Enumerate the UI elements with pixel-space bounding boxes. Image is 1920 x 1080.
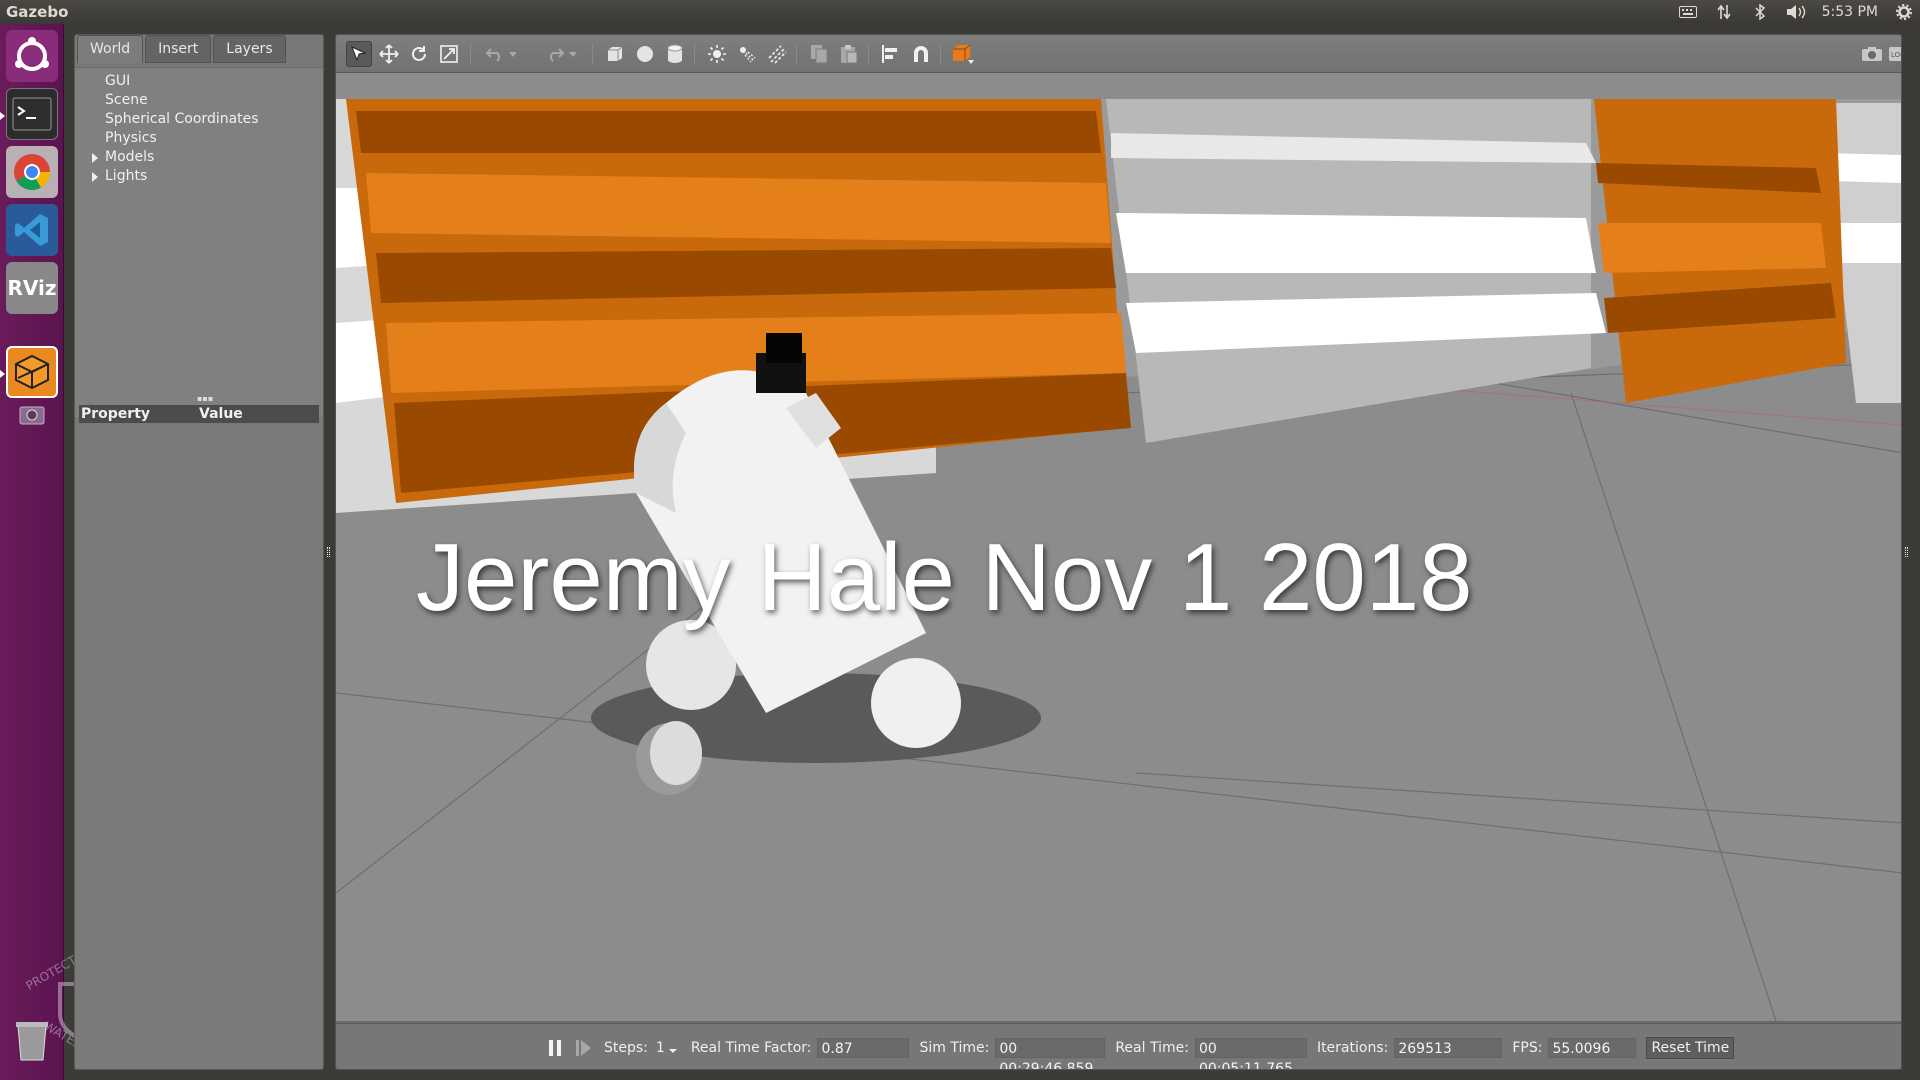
status-bar: Steps: 1 Real Time Factor: 0.87 Sim Time…: [336, 1023, 1901, 1069]
align-icon[interactable]: [878, 41, 904, 67]
vscode-icon[interactable]: [6, 204, 58, 256]
rotate-icon[interactable]: [406, 41, 432, 67]
property-table: [75, 425, 323, 1067]
log-icon[interactable]: LOG: [1885, 41, 1902, 67]
fps-value: 55.0096: [1548, 1037, 1637, 1058]
trash-icon[interactable]: [6, 1014, 58, 1066]
redo-dropdown-icon[interactable]: [566, 41, 580, 67]
world-tree: GUI Scene Spherical Coordinates Physics …: [75, 67, 323, 417]
tree-item-models[interactable]: Models: [75, 148, 323, 167]
sim-time-value: 00 00:29:46.859: [995, 1037, 1106, 1069]
right-panel-collapse-handle[interactable]: [1905, 547, 1908, 557]
scale-icon[interactable]: [436, 41, 462, 67]
view-angle-icon[interactable]: [950, 41, 976, 67]
steps-value[interactable]: 1: [656, 1040, 665, 1056]
clock[interactable]: 5:53 PM: [1822, 4, 1878, 20]
snap-magnet-icon[interactable]: [908, 41, 934, 67]
terminal-icon[interactable]: [6, 88, 58, 140]
terminal-running-indicator: [0, 112, 5, 120]
top-panel: Gazebo 5:53 PM: [0, 0, 1920, 24]
gazebo-icon[interactable]: [6, 346, 58, 398]
app-title: Gazebo: [6, 3, 69, 21]
tree-item-scene[interactable]: Scene: [75, 91, 323, 110]
splitter-handle[interactable]: ▪▪▪: [197, 395, 213, 403]
tree-item-physics[interactable]: Physics: [75, 129, 323, 148]
toolbar-separator: [592, 43, 593, 65]
tree-item-gui[interactable]: GUI: [75, 72, 323, 91]
value-column-header[interactable]: Value: [199, 406, 319, 422]
toolbar: LOG: [336, 35, 1902, 73]
point-light-icon[interactable]: [704, 41, 730, 67]
directional-light-icon[interactable]: [764, 41, 790, 67]
iterations-value: 269513: [1394, 1037, 1503, 1058]
tree-item-label: Spherical Coordinates: [105, 111, 259, 127]
volume-icon[interactable]: [1786, 4, 1806, 20]
tab-world[interactable]: World: [77, 35, 144, 63]
toolbar-separator: [940, 43, 941, 65]
iterations-label: Iterations:: [1316, 1039, 1389, 1056]
spot-light-icon[interactable]: [734, 41, 760, 67]
bluetooth-icon[interactable]: [1750, 4, 1770, 20]
undo-dropdown-icon[interactable]: [506, 41, 520, 67]
tree-item-spherical-coordinates[interactable]: Spherical Coordinates: [75, 110, 323, 129]
ubuntu-dash-icon[interactable]: [6, 30, 58, 82]
steps-dropdown-icon[interactable]: [668, 1048, 677, 1053]
paste-icon[interactable]: [836, 41, 862, 67]
cylinder-icon[interactable]: [662, 41, 688, 67]
world-panel: World Insert Layers GUI Scene Spherical …: [74, 34, 324, 1070]
screenshot-icon[interactable]: [6, 394, 58, 434]
real-time-label: Real Time:: [1115, 1039, 1189, 1056]
launcher: RViz PROTECTED WITHWATERMARKLY: [0, 24, 126, 1080]
tab-layers[interactable]: Layers: [213, 35, 286, 63]
toolbar-separator: [868, 43, 869, 65]
redo-icon[interactable]: [542, 41, 568, 67]
expand-arrow-icon[interactable]: [92, 172, 98, 182]
rtf-value: 0.87: [817, 1037, 910, 1058]
tree-item-label: Scene: [105, 92, 148, 108]
property-table-header: Property Value: [79, 405, 319, 423]
pause-icon[interactable]: [546, 1039, 564, 1057]
steps-label: Steps:: [604, 1039, 648, 1056]
toolbar-separator: [694, 43, 695, 65]
camera-screenshot-icon[interactable]: [1859, 41, 1885, 67]
tab-insert[interactable]: Insert: [145, 35, 212, 63]
render-window: LOG: [335, 34, 1902, 1070]
translate-icon[interactable]: [376, 41, 402, 67]
toolbar-separator: [796, 43, 797, 65]
sphere-icon[interactable]: [632, 41, 658, 67]
tree-item-label: Lights: [105, 168, 148, 184]
copy-icon[interactable]: [806, 41, 832, 67]
left-panel-collapse-handle[interactable]: [327, 547, 330, 557]
tree-item-label: Physics: [105, 130, 157, 146]
sim-time-label: Sim Time:: [919, 1039, 990, 1056]
settings-gear-icon[interactable]: [1894, 4, 1914, 20]
rviz-icon[interactable]: RViz: [6, 262, 58, 314]
real-time-value: 00 00:05:11.765: [1194, 1037, 1307, 1069]
network-icon[interactable]: [1714, 4, 1734, 20]
tree-item-label: GUI: [105, 73, 131, 89]
box-icon[interactable]: [602, 41, 628, 67]
panel-tabs: World Insert Layers: [77, 35, 288, 63]
chrome-icon[interactable]: [6, 146, 58, 198]
tree-item-label: Models: [105, 149, 155, 165]
watermark-text: Jeremy Hale Nov 1 2018: [416, 524, 1473, 631]
system-tray: 5:53 PM: [1678, 0, 1914, 24]
gazebo-running-indicator: [0, 370, 5, 378]
keyboard-icon[interactable]: [1678, 4, 1698, 20]
step-icon[interactable]: [576, 1039, 594, 1057]
property-column-header[interactable]: Property: [79, 406, 199, 422]
toolbar-separator: [470, 43, 471, 65]
tree-item-lights[interactable]: Lights: [75, 167, 323, 186]
3d-viewport[interactable]: Jeremy Hale Nov 1 2018: [336, 73, 1901, 1022]
expand-arrow-icon[interactable]: [92, 153, 98, 163]
select-arrow-icon[interactable]: [346, 41, 372, 67]
svg-text:LOG: LOG: [1891, 51, 1902, 59]
reset-time-button[interactable]: Reset Time: [1646, 1036, 1735, 1059]
undo-icon[interactable]: [482, 41, 508, 67]
fps-label: FPS:: [1512, 1039, 1543, 1056]
rtf-label: Real Time Factor:: [690, 1039, 812, 1056]
